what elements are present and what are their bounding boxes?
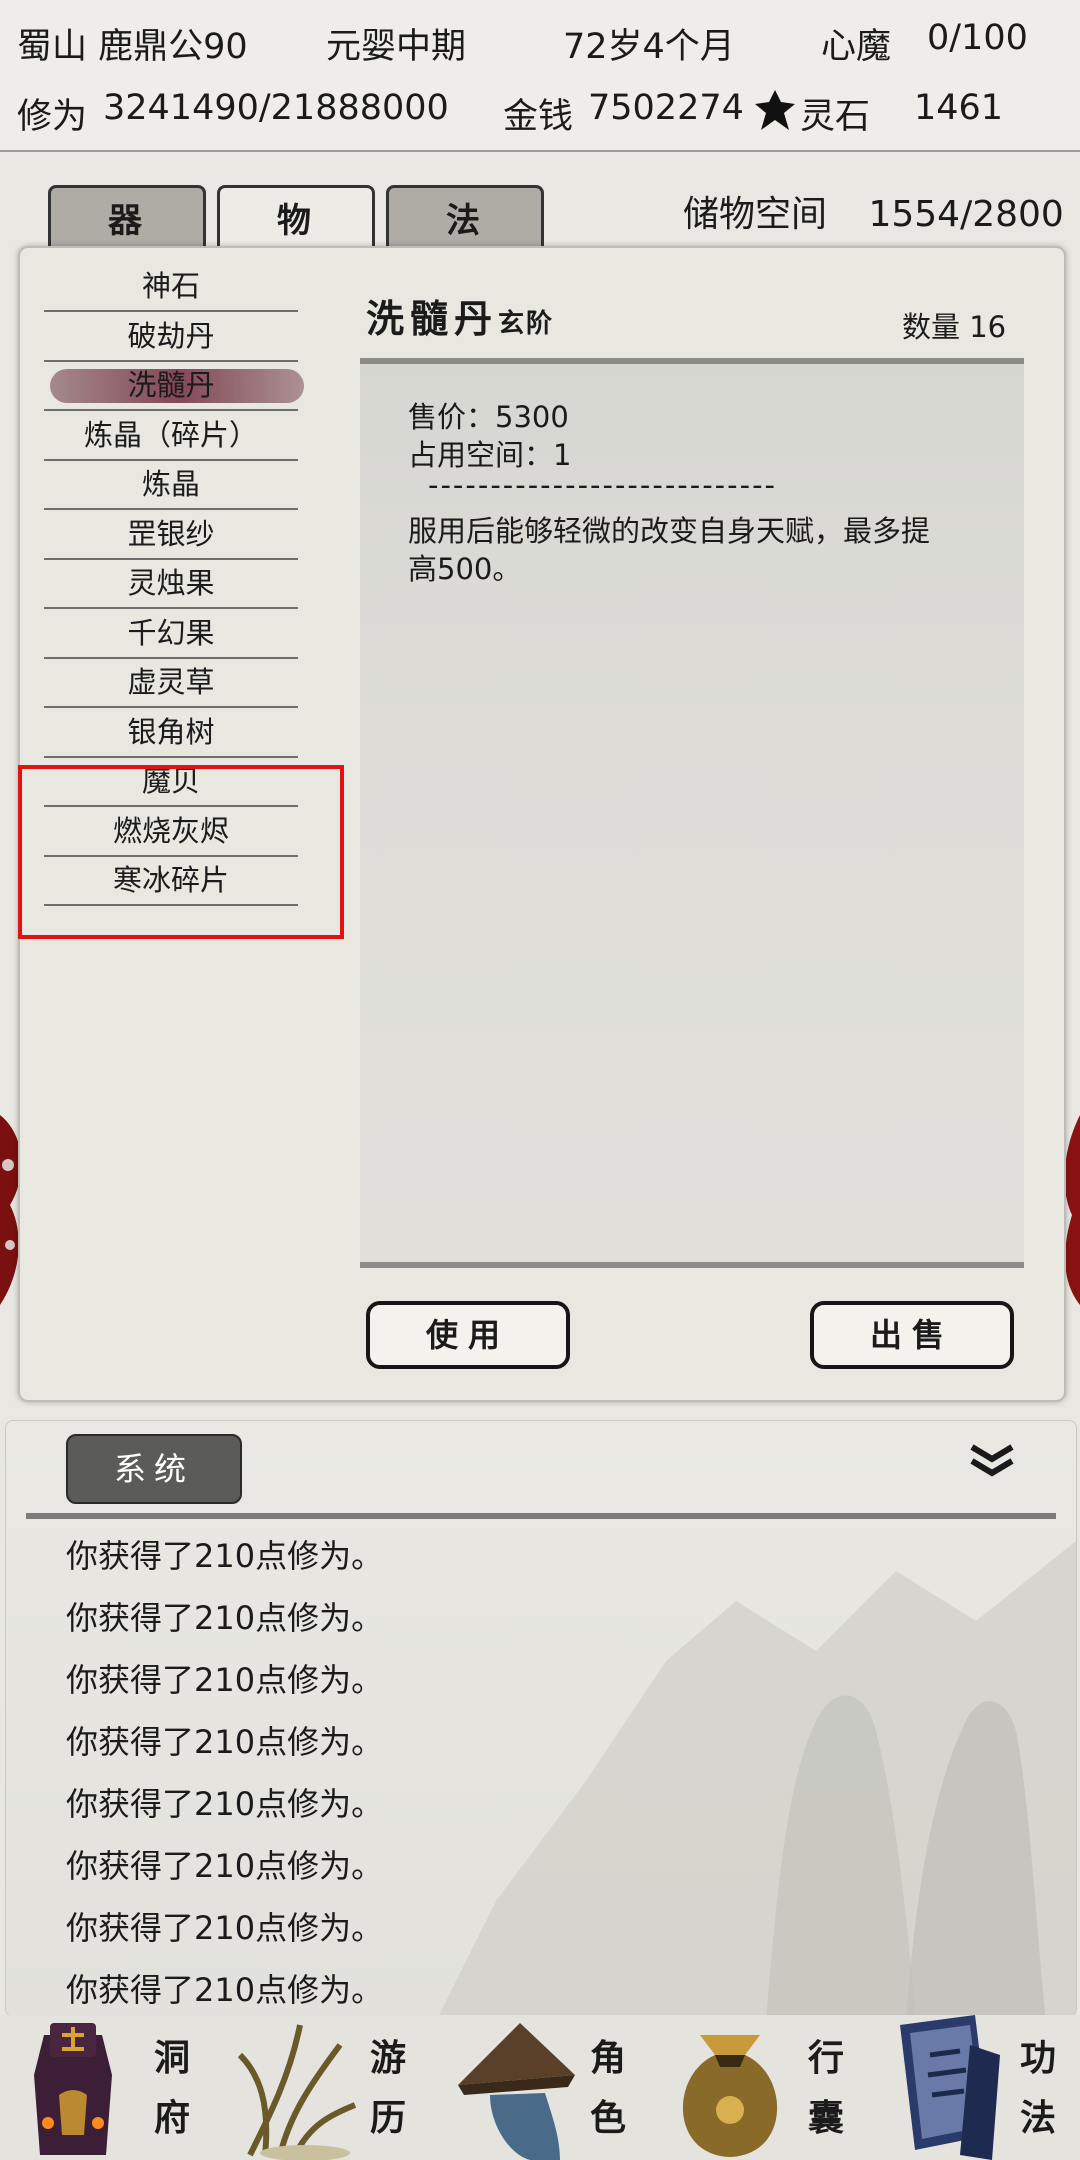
- item-label: 千幻果: [127, 615, 215, 650]
- item-name: 洗髓丹: [366, 296, 499, 341]
- cave-mansion-icon: [34, 2023, 112, 2155]
- stone-value: 1461: [914, 88, 1004, 128]
- nav-cave-mansion-char2: 府: [154, 2097, 191, 2139]
- item-list-entry[interactable]: 千幻果: [44, 609, 298, 659]
- nav-cave-mansion-char1: 洞: [154, 2037, 191, 2079]
- technique-icon: [900, 2015, 1000, 2160]
- item-label: 银角树: [127, 714, 215, 749]
- nav-item-character[interactable]: 角 色: [440, 2015, 660, 2160]
- nav-technique-char1: 功: [1020, 2037, 1057, 2079]
- item-label: 炼晶: [141, 467, 200, 501]
- nav-travel-char2: 历: [370, 2097, 407, 2139]
- nav-character-char1: 角: [590, 2037, 627, 2079]
- character-icon: [458, 2023, 575, 2160]
- status-header: 蜀山 鹿鼎公90 元婴中期 72岁4个月 心魔 0/100 修为 3241490…: [0, 0, 1080, 152]
- item-list-entry[interactable]: 灵烛果: [44, 559, 298, 609]
- item-list-entry[interactable]: 神石: [44, 262, 298, 312]
- item-price: 售价：5300: [408, 400, 569, 434]
- nav-item-travel[interactable]: 游 历: [220, 2015, 440, 2160]
- nav-bag-char1: 行: [808, 2037, 845, 2079]
- item-label: 洗髓丹: [127, 368, 215, 402]
- cultivation-value: 3241490/21888000: [103, 88, 449, 128]
- log-line: 你获得了210点修为。: [66, 1971, 384, 2009]
- storage-label: 储物空间: [683, 194, 828, 235]
- nav-travel-char1: 游: [370, 2037, 407, 2079]
- item-list-entry[interactable]: 炼晶: [44, 460, 298, 510]
- system-log: 系统 你获得了210点修为。 你获得了210点修为。 你获得了210点修为。 你获得了…: [5, 1420, 1077, 2017]
- storage-value: 1554/2800: [868, 194, 1064, 235]
- travel-icon: [237, 2024, 357, 2160]
- nav-bag-char2: 囊: [808, 2097, 845, 2139]
- inventory-panel: 神石 破劫丹 洗髓丹 炼晶（碎片） 炼晶 罡银纱 灵烛果 千幻果 虚灵草 银角树 魔贝 燃烧灰烬 寒冰碎…: [18, 246, 1066, 1402]
- item-grade: 玄阶: [498, 309, 555, 339]
- money-label: 金钱: [503, 97, 574, 137]
- nav-item-bag[interactable]: 行 囊: [660, 2015, 880, 2160]
- demon-label: 心魔: [821, 27, 892, 67]
- collapse-icon[interactable]: [966, 1441, 1018, 1481]
- money-value: 7502274: [588, 88, 744, 128]
- item-label: 虚灵草: [127, 665, 215, 699]
- item-label: 炼晶（碎片）: [83, 417, 258, 452]
- item-description-panel: 售价：5300 占用空间：1 -------------------------…: [360, 358, 1024, 1268]
- nav-character-char2: 色: [590, 2097, 627, 2139]
- nav-item-technique[interactable]: 功 法: [880, 2015, 1080, 2160]
- item-description-line1: 服用后能够轻微的改变自身天赋，最多提: [408, 514, 931, 548]
- sell-button[interactable]: 出售: [810, 1301, 1014, 1369]
- item-list-entry[interactable]: 破劫丹: [44, 312, 298, 362]
- log-divider: [26, 1513, 1056, 1519]
- nav-item-cave-mansion[interactable]: 洞 府: [0, 2015, 220, 2160]
- log-line: 你获得了210点修为。: [66, 1909, 384, 1947]
- item-list-entry[interactable]: 罡银纱: [44, 510, 298, 560]
- item-label: 灵烛果: [127, 566, 215, 600]
- item-quantity: 数量 16: [902, 310, 1007, 344]
- stone-label: 灵石: [800, 97, 871, 137]
- realm-level: 元婴中期: [326, 27, 467, 67]
- nav-technique-char2: 法: [1020, 2097, 1057, 2139]
- item-list-entry[interactable]: 洗髓丹: [44, 361, 304, 411]
- log-line: 你获得了210点修为。: [66, 1599, 384, 1637]
- item-label: 神石: [141, 269, 200, 303]
- log-line: 你获得了210点修为。: [66, 1661, 384, 1699]
- item-list-entry[interactable]: 虚灵草: [44, 658, 298, 708]
- tab-equipment[interactable]: 器: [48, 185, 206, 252]
- item-list-entry[interactable]: 炼晶（碎片）: [44, 411, 298, 461]
- ink-mountain-illustration: [438, 1541, 1076, 2016]
- spirit-stone-icon: [755, 90, 795, 130]
- item-title: 洗髓丹玄阶: [366, 288, 554, 343]
- bag-icon: [682, 2035, 778, 2157]
- log-line: 你获得了210点修为。: [66, 1847, 384, 1885]
- storage-space: 储物空间 1554/2800: [683, 185, 1064, 237]
- item-list-entry[interactable]: 银角树: [44, 708, 298, 758]
- description-divider: ----------------------------: [428, 468, 778, 502]
- bottom-nav: 洞 府 游 历 角 色 行 囊 功 法: [0, 2015, 1080, 2160]
- log-line: 你获得了210点修为。: [66, 1723, 384, 1761]
- use-button[interactable]: 使用: [366, 1301, 570, 1369]
- log-line: 你获得了210点修为。: [66, 1785, 384, 1823]
- log-tab-system[interactable]: 系统: [66, 1434, 242, 1504]
- age: 72岁4个月: [563, 27, 735, 67]
- tab-items[interactable]: 物: [217, 185, 375, 252]
- item-label: 罡银纱: [127, 516, 215, 551]
- demon-value: 0/100: [927, 18, 1028, 58]
- item-label: 破劫丹: [127, 318, 215, 353]
- log-line: 你获得了210点修为。: [66, 1537, 384, 1575]
- highlight-box: [18, 765, 344, 939]
- character-name: 蜀山 鹿鼎公90: [17, 27, 248, 67]
- cultivation-label: 修为: [17, 97, 88, 137]
- item-description-line2: 高500。: [408, 552, 522, 586]
- tab-techniques[interactable]: 法: [386, 185, 544, 252]
